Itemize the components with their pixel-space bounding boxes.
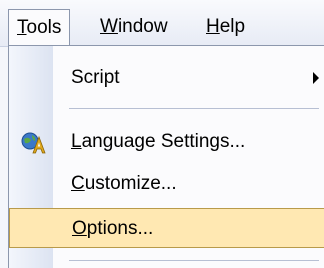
menu-item-options-label: Options... bbox=[72, 218, 154, 239]
menu-bar: Tools Window Help bbox=[0, 0, 324, 47]
menu-window-label: Window bbox=[100, 16, 168, 37]
tools-dropdown-menu: Script Language Settings... Customize...… bbox=[8, 45, 324, 268]
menu-separator bbox=[69, 108, 319, 109]
menu-item-customize-label: Customize... bbox=[71, 173, 177, 194]
language-settings-icon bbox=[21, 132, 46, 154]
menu-item-script[interactable]: Script bbox=[9, 58, 324, 98]
submenu-arrow-icon bbox=[313, 72, 319, 84]
menu-item-customize[interactable]: Customize... bbox=[9, 164, 324, 204]
menu-separator bbox=[69, 260, 319, 261]
menu-help[interactable]: Help bbox=[198, 9, 253, 45]
menu-item-options[interactable]: Options... bbox=[9, 208, 324, 248]
menu-item-language-settings-label: Language Settings... bbox=[71, 131, 246, 152]
menu-item-script-label: Script bbox=[71, 67, 120, 88]
menu-window[interactable]: Window bbox=[92, 9, 176, 45]
menu-help-label: Help bbox=[206, 16, 246, 37]
menu-tools[interactable]: Tools bbox=[8, 9, 71, 45]
application-window: Tools Window Help Script Language Settin… bbox=[0, 0, 324, 268]
menu-item-language-settings[interactable]: Language Settings... bbox=[9, 122, 324, 162]
menu-tools-label: Tools bbox=[17, 17, 62, 38]
